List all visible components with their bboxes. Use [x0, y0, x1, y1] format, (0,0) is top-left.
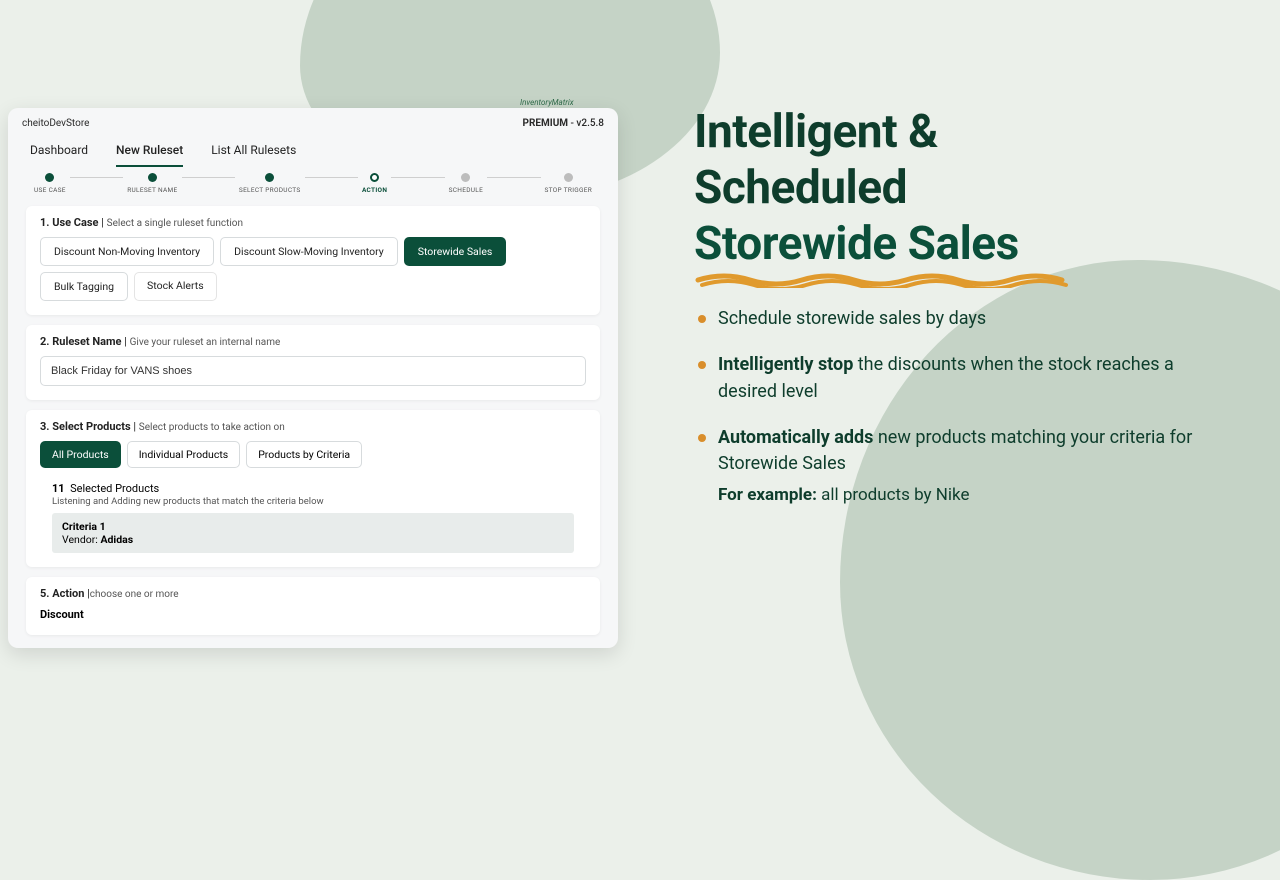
app-window: cheitoDevStore PREMIUM - v2.5.8 Dashboar…: [8, 108, 618, 648]
card-select-products: 3. Select Products | Select products to …: [26, 410, 600, 567]
wizard-stepper: USE CASE RULESET NAME SELECT PRODUCTS AC…: [8, 167, 618, 196]
usecase-stock-alerts[interactable]: Stock Alerts: [134, 272, 217, 301]
promo-example: For example: all products by Nike: [718, 485, 1224, 505]
tab-new-ruleset[interactable]: New Ruleset: [116, 137, 183, 167]
step-stop-trigger[interactable]: STOP TRIGGER: [545, 173, 593, 194]
scope-individual-products[interactable]: Individual Products: [127, 441, 240, 468]
tab-dashboard[interactable]: Dashboard: [30, 137, 88, 167]
promo-bullets: Schedule storewide sales by days Intelli…: [694, 306, 1224, 504]
action-title: 5. Action |choose one or more: [40, 587, 586, 600]
underline-squiggle-icon: [694, 270, 1074, 288]
select-products-title: 3. Select Products | Select products to …: [40, 420, 586, 433]
store-name: cheitoDevStore: [22, 118, 89, 129]
usecase-storewide-sales[interactable]: Storewide Sales: [404, 237, 507, 266]
selection-summary: 11 Selected Products Listening and Addin…: [40, 478, 586, 553]
usecase-discount-nonmoving[interactable]: Discount Non-Moving Inventory: [40, 237, 214, 266]
tab-list-rulesets[interactable]: List All Rulesets: [211, 137, 296, 167]
bullet-stop: Intelligently stop the discounts when th…: [694, 352, 1224, 404]
brand-mark: InventoryMatrix: [520, 98, 574, 107]
card-usecase: 1. Use Case | Select a single ruleset fu…: [26, 206, 600, 315]
step-usecase[interactable]: USE CASE: [34, 173, 66, 194]
plan-version: PREMIUM - v2.5.8: [523, 118, 604, 129]
headline-highlight: Storewide Sales: [694, 216, 1074, 288]
promo-block: Intelligent & Scheduled Storewide Sales …: [694, 104, 1224, 505]
card-ruleset-name: 2. Ruleset Name | Give your ruleset an i…: [26, 325, 600, 400]
usecase-title: 1. Use Case | Select a single ruleset fu…: [40, 216, 586, 229]
bullet-auto-add: Automatically adds new products matching…: [694, 425, 1224, 477]
ruleset-name-title: 2. Ruleset Name | Give your ruleset an i…: [40, 335, 586, 348]
step-action[interactable]: ACTION: [362, 173, 387, 194]
usecase-discount-slowmoving[interactable]: Discount Slow-Moving Inventory: [220, 237, 398, 266]
scope-all-products[interactable]: All Products: [40, 441, 121, 468]
usecase-bulk-tagging[interactable]: Bulk Tagging: [40, 272, 128, 301]
action-discount: Discount: [40, 608, 586, 621]
step-schedule[interactable]: SCHEDULE: [449, 173, 484, 194]
usecase-options: Discount Non-Moving Inventory Discount S…: [40, 237, 586, 301]
scope-products-by-criteria[interactable]: Products by Criteria: [246, 441, 362, 468]
product-scope-tabs: All Products Individual Products Product…: [40, 441, 586, 468]
card-action: 5. Action |choose one or more Discount: [26, 577, 600, 635]
headline: Intelligent & Scheduled Storewide Sales: [694, 104, 1224, 288]
ruleset-name-input[interactable]: [40, 356, 586, 386]
app-header: cheitoDevStore PREMIUM - v2.5.8: [8, 108, 618, 133]
criteria-box: Criteria 1 Vendor: Adidas: [52, 513, 574, 553]
main-tabs: Dashboard New Ruleset List All Rulesets: [8, 133, 618, 167]
bullet-schedule: Schedule storewide sales by days: [694, 306, 1224, 332]
step-ruleset-name[interactable]: RULESET NAME: [127, 173, 177, 194]
step-select-products[interactable]: SELECT PRODUCTS: [239, 173, 301, 194]
